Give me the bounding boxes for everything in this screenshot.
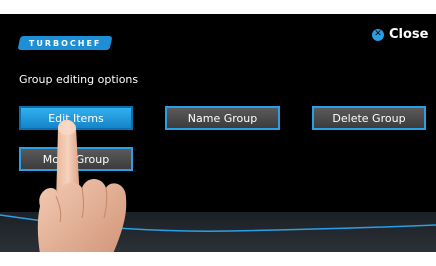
close-icon: ✕ bbox=[372, 28, 384, 41]
name-group-button[interactable]: Name Group bbox=[165, 106, 280, 130]
edit-items-button[interactable]: Edit Items bbox=[19, 106, 133, 130]
logo-text: TURBOCHEF bbox=[28, 38, 102, 48]
panel-curve bbox=[0, 214, 436, 232]
close-label: Close bbox=[389, 27, 429, 42]
page-title: Group editing options bbox=[19, 73, 139, 86]
move-group-button[interactable]: Move Group bbox=[19, 147, 133, 171]
delete-group-button[interactable]: Delete Group bbox=[312, 106, 426, 130]
touchscreen: TURBOCHEF ✕ Close Group editing options … bbox=[0, 0, 436, 266]
close-button[interactable]: ✕ Close bbox=[372, 27, 428, 42]
turbochef-logo: TURBOCHEF bbox=[17, 36, 113, 50]
